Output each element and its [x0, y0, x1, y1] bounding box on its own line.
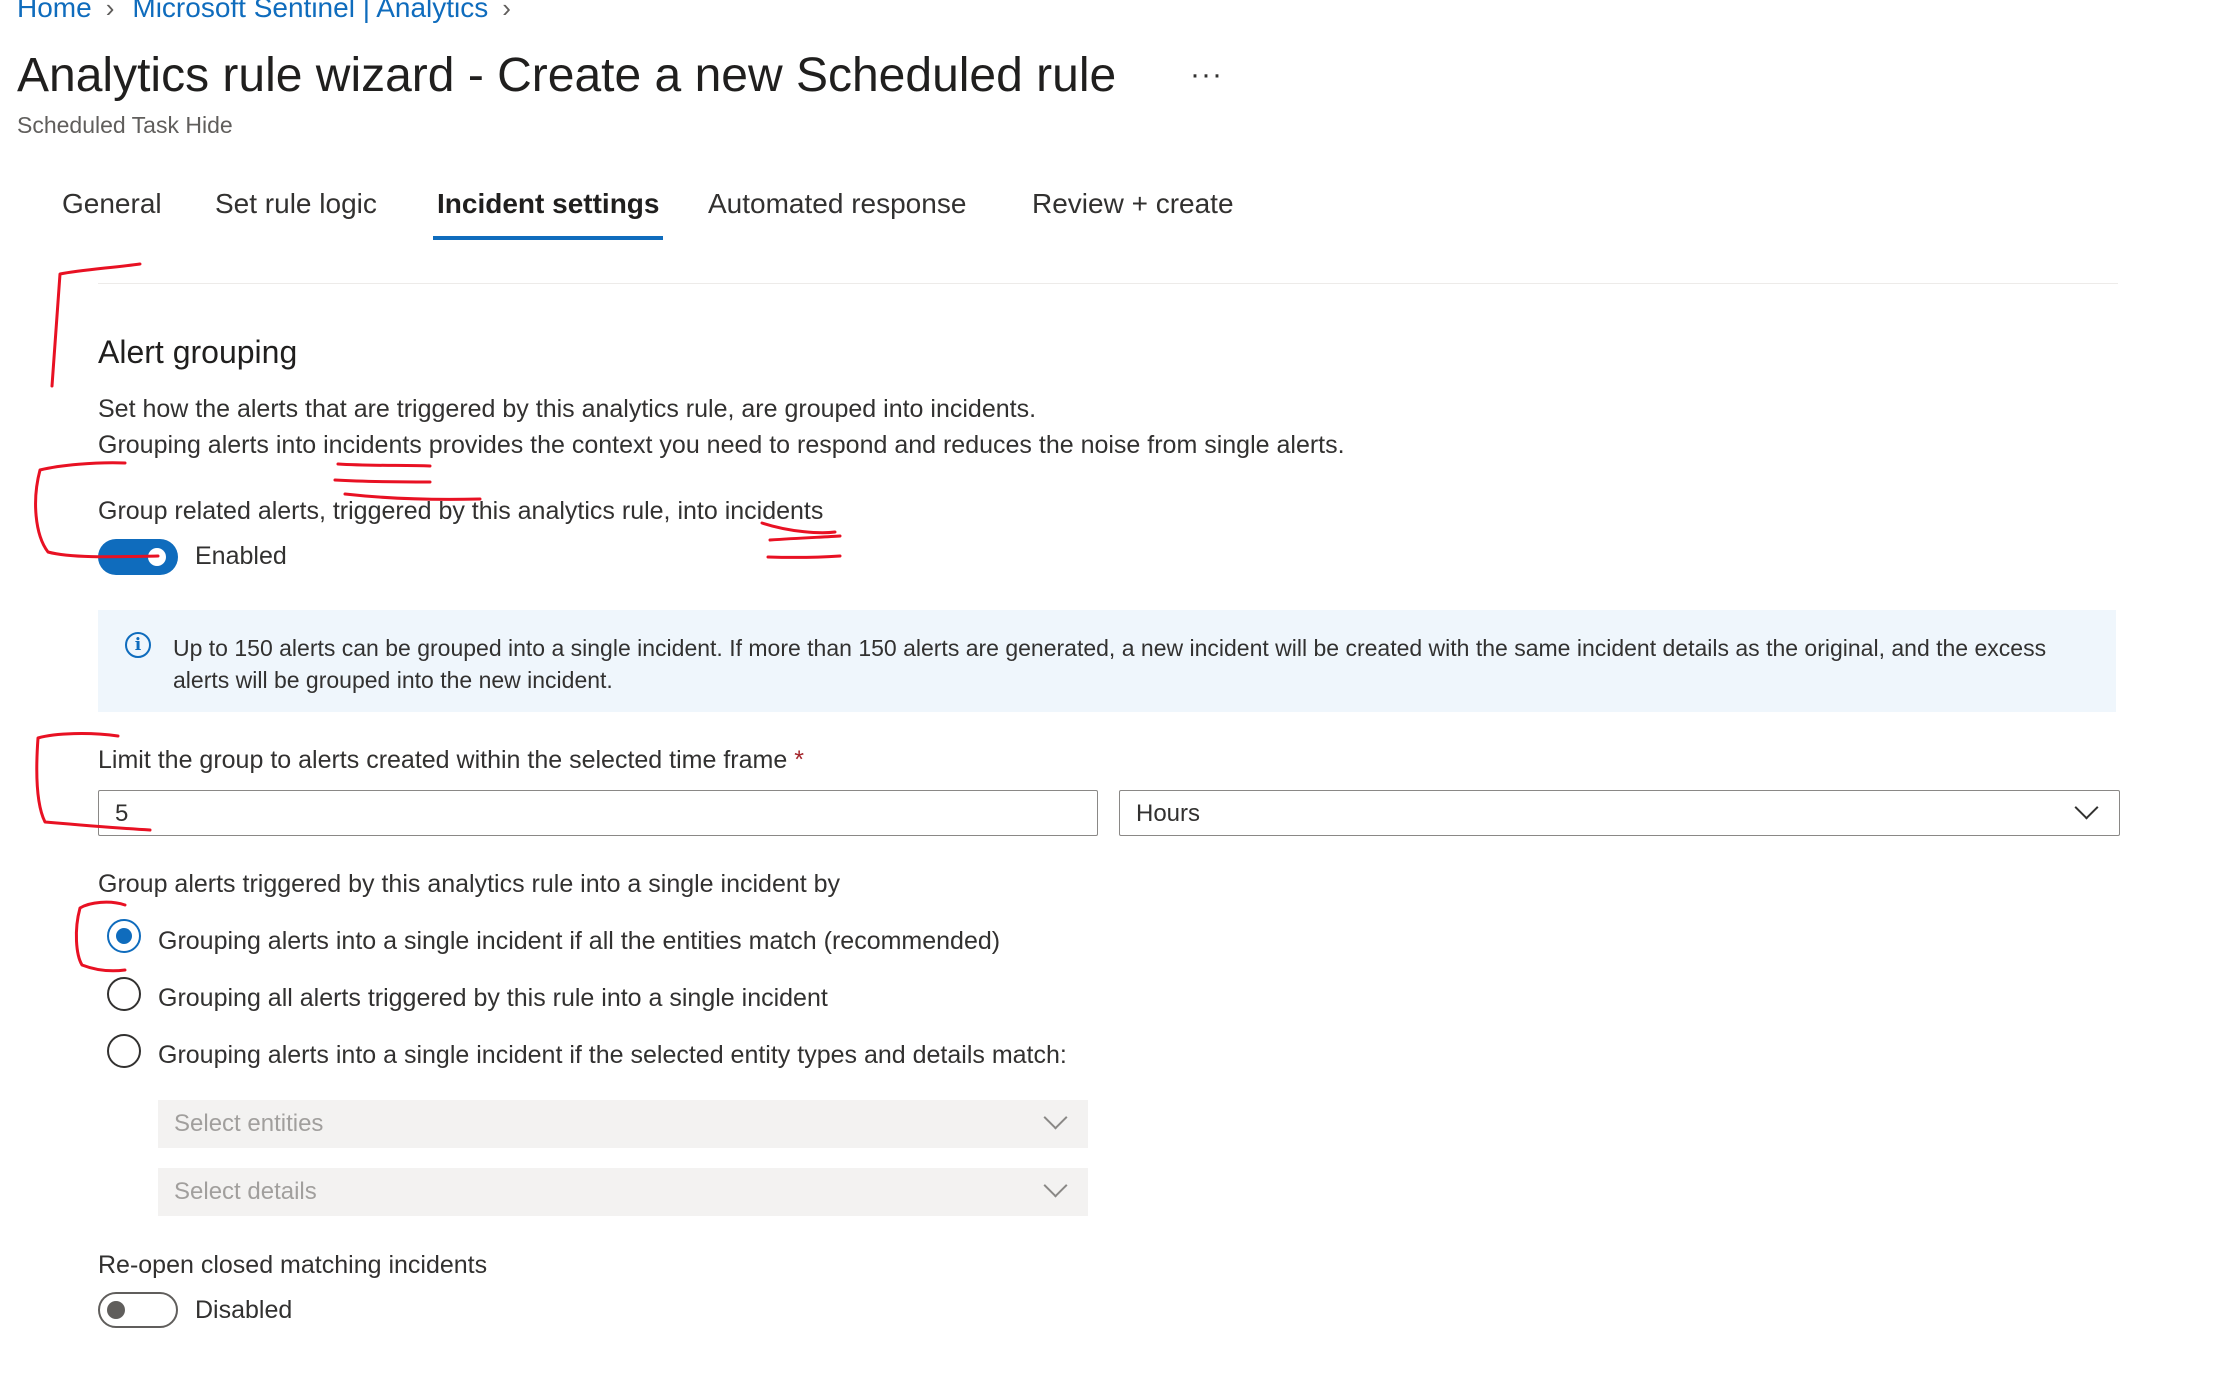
reopen-incidents-toggle[interactable]: [98, 1292, 178, 1328]
alert-grouping-description-2: Grouping alerts into incidents provides …: [98, 431, 1345, 459]
page-subtitle: Scheduled Task Hide: [17, 112, 233, 138]
reopen-incidents-label: Re-open closed matching incidents: [98, 1251, 488, 1279]
timeframe-unit-value: Hours: [1136, 800, 1201, 827]
annotation-underline-incidents-1: [336, 462, 432, 468]
radio-selected-entity-types[interactable]: [107, 1034, 141, 1068]
info-icon: i: [125, 632, 151, 658]
breadcrumb-home-link[interactable]: Home: [17, 0, 92, 24]
annotation-underline-incidents-2: [333, 478, 432, 484]
chevron-right-icon: ›: [502, 0, 511, 23]
chevron-down-icon: [1043, 1105, 1068, 1130]
timeframe-value-input[interactable]: 5: [98, 790, 1098, 836]
tab-review-create[interactable]: Review + create: [1032, 188, 1234, 236]
page-title: Analytics rule wizard - Create a new Sch…: [17, 49, 1117, 102]
toggle-knob: [148, 548, 166, 566]
select-entities-dropdown: Select entities: [158, 1100, 1088, 1148]
breadcrumb: Home › Microsoft Sentinel | Analytics ›: [17, 0, 529, 24]
group-alerts-toggle-state: Enabled: [195, 542, 287, 570]
info-banner: i Up to 150 alerts can be grouped into a…: [98, 610, 2116, 712]
tab-general[interactable]: General: [62, 188, 162, 236]
radio-all-alerts-single-incident[interactable]: [107, 977, 141, 1011]
annotation-underline-incidents-5: [766, 554, 842, 559]
radio-label-selected-entity-types[interactable]: Grouping alerts into a single incident i…: [158, 1041, 1067, 1070]
more-options-icon[interactable]: ···: [1190, 58, 1223, 92]
section-divider: [98, 283, 2118, 284]
alert-grouping-description-1: Set how the alerts that are triggered by…: [98, 395, 1037, 423]
annotation-underline-incidents-4: [768, 534, 842, 542]
radio-label-all-entities-match[interactable]: Grouping alerts into a single incident i…: [158, 927, 1000, 956]
reopen-incidents-toggle-state: Disabled: [195, 1296, 293, 1324]
chevron-down-icon: [2074, 795, 2099, 820]
radio-dot: [116, 928, 132, 944]
breadcrumb-sentinel-analytics-link[interactable]: Microsoft Sentinel | Analytics: [132, 0, 488, 24]
select-entities-placeholder: Select entities: [174, 1110, 324, 1137]
chevron-down-icon: [1043, 1173, 1068, 1198]
limit-timeframe-label-text: Limit the group to alerts created within…: [98, 746, 788, 774]
toggle-knob: [107, 1301, 125, 1319]
info-banner-text: Up to 150 alerts can be grouped into a s…: [173, 635, 2047, 693]
chevron-right-icon: ›: [105, 0, 115, 23]
group-alerts-toggle[interactable]: [98, 539, 178, 575]
tab-automated-response[interactable]: Automated response: [708, 188, 966, 236]
select-details-placeholder: Select details: [174, 1178, 317, 1205]
tab-incident-settings[interactable]: Incident settings: [433, 188, 664, 240]
radio-label-all-alerts-single-incident[interactable]: Grouping all alerts triggered by this ru…: [158, 984, 828, 1013]
timeframe-unit-dropdown[interactable]: Hours: [1119, 790, 2120, 836]
required-asterisk: *: [794, 746, 804, 774]
select-details-dropdown: Select details: [158, 1168, 1088, 1216]
group-related-alerts-label: Group related alerts, triggered by this …: [98, 497, 824, 525]
radio-all-entities-match[interactable]: [107, 919, 141, 953]
tab-set-rule-logic[interactable]: Set rule logic: [215, 188, 377, 236]
group-by-label: Group alerts triggered by this analytics…: [98, 870, 841, 898]
alert-grouping-heading: Alert grouping: [98, 334, 298, 370]
limit-timeframe-label: Limit the group to alerts created within…: [98, 746, 804, 775]
